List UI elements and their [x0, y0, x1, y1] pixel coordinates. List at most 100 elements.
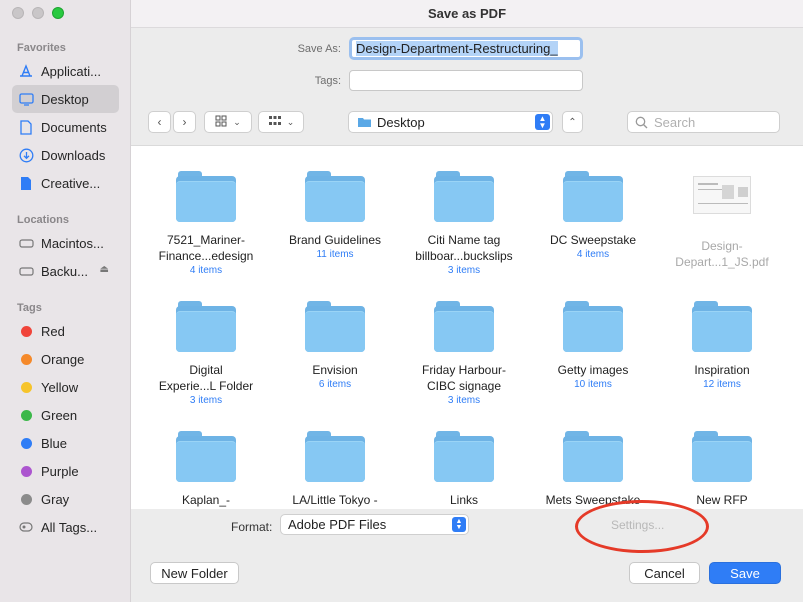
- sidebar-item-label: Documents: [41, 119, 107, 135]
- sidebar-item-downloads[interactable]: Downloads: [12, 141, 119, 169]
- minimize-button[interactable]: [32, 7, 44, 19]
- search-icon: [635, 116, 648, 129]
- save-as-value: Design-Department-Restructuring_: [356, 41, 558, 56]
- sidebar-item-label: Macintos...: [41, 235, 104, 251]
- location-popup[interactable]: Desktop ▲ ▼: [348, 111, 553, 133]
- search-input[interactable]: Search: [627, 111, 780, 133]
- item-count: 12 items: [703, 379, 741, 390]
- sidebar-item-label: Backu...: [41, 263, 88, 279]
- file-item[interactable]: New RFP: [662, 430, 782, 508]
- sidebar-item-label: Blue: [41, 435, 68, 451]
- tag-color-dot: [20, 381, 32, 393]
- new-folder-button[interactable]: New Folder: [150, 562, 239, 584]
- file-name: Getty images: [557, 363, 629, 377]
- group-button[interactable]: ⌄: [258, 111, 304, 133]
- format-label: Format:: [231, 520, 273, 534]
- file-name: Kaplan_-: [181, 493, 231, 507]
- item-count: 11 items: [316, 249, 354, 260]
- file-browser[interactable]: 7521_Mariner- Finance...edesign 4 items …: [131, 145, 803, 509]
- view-mode-button[interactable]: ⌄: [204, 111, 252, 133]
- file-icon: [17, 176, 35, 191]
- grid-view-icon: [215, 115, 228, 130]
- forward-button[interactable]: ›: [173, 111, 196, 133]
- download-icon: [17, 148, 35, 163]
- folder-icon: [357, 116, 372, 128]
- save-as-input[interactable]: Design-Department-Restructuring_: [349, 37, 583, 60]
- folder-icon: [176, 170, 236, 222]
- sidebar-item-label: Green: [41, 407, 78, 423]
- item-count: 3 items: [447, 395, 481, 406]
- location-value: Desktop: [377, 114, 425, 130]
- file-item[interactable]: Brand Guidelines 11 items: [275, 170, 395, 262]
- format-popup[interactable]: Adobe PDF Files ▲ ▼: [280, 514, 469, 535]
- tag-color-dot: [20, 409, 32, 421]
- sidebar-tag-orange[interactable]: Orange: [12, 345, 119, 373]
- tag-color-dot: [20, 437, 32, 449]
- window-controls: [12, 7, 64, 19]
- file-name: Citi Name tag billboar...buckslips: [415, 233, 513, 263]
- sidebar-all-tags[interactable]: All Tags...: [12, 513, 119, 541]
- sidebar-tag-purple[interactable]: Purple: [12, 457, 119, 485]
- save-as-label: Save As:: [297, 43, 341, 55]
- back-button[interactable]: ‹: [148, 111, 171, 133]
- tags-input[interactable]: [349, 70, 583, 91]
- folder-icon: [434, 430, 494, 482]
- sidebar-tag-gray[interactable]: Gray: [12, 485, 119, 513]
- file-name: Links: [449, 493, 478, 507]
- zoom-button[interactable]: [52, 7, 64, 19]
- file-item[interactable]: Kaplan_-: [146, 430, 266, 508]
- file-name: DC Sweepstake: [549, 233, 637, 247]
- file-item[interactable]: DC Sweepstake 4 items: [533, 170, 653, 262]
- item-count: 4 items: [189, 265, 223, 276]
- file-name: Brand Guidelines: [288, 233, 382, 247]
- folder-icon: [176, 300, 236, 352]
- expand-collapse-button[interactable]: ⌃: [562, 111, 583, 133]
- sidebar-tag-blue[interactable]: Blue: [12, 429, 119, 457]
- file-item[interactable]: Mets Sweepstake: [533, 430, 653, 508]
- group-view-icon: [268, 115, 282, 130]
- folder-icon: [176, 430, 236, 482]
- sidebar-item-macintosh[interactable]: Macintos...: [12, 229, 119, 257]
- tag-color-dot: [20, 493, 32, 505]
- sidebar-tag-yellow[interactable]: Yellow: [12, 373, 119, 401]
- sidebar-item-applications[interactable]: Applicati...: [12, 57, 119, 85]
- item-count: 3 items: [189, 395, 223, 406]
- chevron-down-icon: ⌄: [286, 116, 295, 127]
- sidebar-item-desktop[interactable]: Desktop: [12, 85, 119, 113]
- sidebar-item-backup[interactable]: Backu... ⏏: [12, 257, 119, 285]
- sidebar-item-creative[interactable]: Creative...: [12, 169, 119, 197]
- file-item[interactable]: Getty images 10 items: [533, 300, 653, 392]
- folder-icon: [434, 300, 494, 352]
- sidebar-tag-green[interactable]: Green: [12, 401, 119, 429]
- save-button[interactable]: Save: [709, 562, 781, 584]
- disk-icon: [17, 266, 35, 277]
- folder-icon: [305, 430, 365, 482]
- file-item[interactable]: Envision 6 items: [275, 300, 395, 392]
- file-item[interactable]: Digital Experie...L Folder 3 items: [146, 300, 266, 408]
- file-item[interactable]: 7521_Mariner- Finance...edesign 4 items: [146, 170, 266, 278]
- file-item[interactable]: Inspiration 12 items: [662, 300, 782, 392]
- sidebar-tag-red[interactable]: Red: [12, 317, 119, 345]
- folder-icon: [563, 170, 623, 222]
- cancel-button[interactable]: Cancel: [629, 562, 700, 584]
- file-item[interactable]: Citi Name tag billboar...buckslips 3 ite…: [404, 170, 524, 278]
- all-tags-icon: [17, 522, 35, 532]
- sidebar-item-documents[interactable]: Documents: [12, 113, 119, 141]
- tag-color-dot: [20, 465, 32, 477]
- item-count: 4 items: [576, 249, 610, 260]
- file-name: Inspiration: [694, 363, 750, 377]
- search-placeholder: Search: [654, 114, 696, 130]
- file-item[interactable]: LA/Little Tokyo -: [275, 430, 395, 508]
- close-button[interactable]: [12, 7, 24, 19]
- applications-icon: [17, 64, 35, 78]
- eject-icon[interactable]: ⏏: [100, 264, 109, 275]
- favorites-header: Favorites: [17, 42, 66, 54]
- file-item[interactable]: Links: [404, 430, 524, 508]
- file-item[interactable]: Design- Depart...1_JS.pdf: [662, 170, 782, 270]
- stepper-icon: ▲ ▼: [452, 517, 466, 532]
- chevron-up-icon: ⌃: [568, 116, 577, 128]
- file-name: LA/Little Tokyo -: [292, 493, 378, 507]
- file-item[interactable]: Friday Harbour- CIBC signage 3 items: [404, 300, 524, 408]
- pdf-thumbnail-icon: [692, 176, 752, 228]
- item-count: 10 items: [574, 379, 612, 390]
